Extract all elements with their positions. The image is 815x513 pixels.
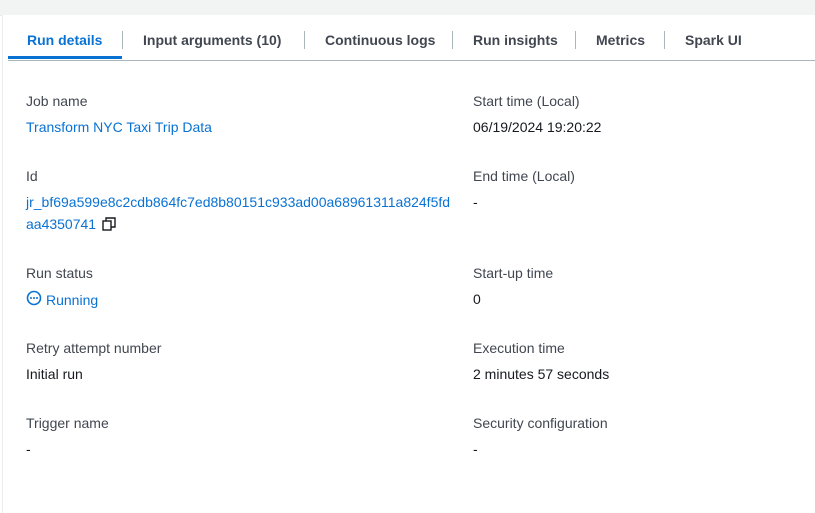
trigger-name-label: Trigger name: [26, 415, 109, 431]
job-name-label: Job name: [26, 93, 88, 109]
tab-divider: [452, 31, 453, 49]
start-time-label: Start time (Local): [473, 93, 580, 109]
execution-time-label: Execution time: [473, 340, 565, 356]
run-details-panel: [2, 15, 815, 513]
tab-continuous-logs[interactable]: Continuous logs: [325, 28, 435, 57]
trigger-name-value: -: [26, 441, 31, 457]
tab-divider: [575, 31, 576, 49]
top-strip: [0, 0, 815, 16]
startup-time-label: Start-up time: [473, 265, 554, 281]
end-time-label: End time (Local): [473, 168, 575, 184]
execution-time-value: 2 minutes 57 seconds: [473, 366, 610, 382]
security-config-value: -: [473, 441, 478, 457]
tab-run-insights[interactable]: Run insights: [473, 28, 558, 57]
run-status-label: Run status: [26, 265, 93, 281]
start-time-value: 06/19/2024 19:20:22: [473, 119, 602, 135]
run-status-text: Running: [46, 291, 99, 308]
tab-run-details[interactable]: Run details: [27, 28, 102, 57]
tab-bar: Run details Input arguments (10) Continu…: [8, 28, 815, 61]
security-config-label: Security configuration: [473, 415, 608, 431]
job-name-link[interactable]: Transform NYC Taxi Trip Data: [26, 119, 212, 135]
tab-divider: [304, 31, 305, 49]
tab-spark-ui[interactable]: Spark UI: [685, 28, 742, 57]
active-tab-indicator: [8, 56, 122, 59]
tab-metrics[interactable]: Metrics: [596, 28, 645, 57]
tab-divider: [664, 31, 665, 49]
tab-input-arguments[interactable]: Input arguments (10): [143, 28, 281, 57]
run-id-link[interactable]: jr_bf69a599e8c2cdb864fc7ed8b80151c933ad0…: [26, 194, 450, 210]
running-status-icon: [26, 290, 46, 309]
run-id-link-continued[interactable]: aa4350741: [26, 216, 96, 232]
id-label: Id: [26, 168, 38, 184]
copy-icon[interactable]: [102, 217, 116, 234]
run-id-line2-wrap: aa4350741: [26, 216, 116, 234]
tab-divider: [122, 31, 123, 49]
startup-time-value: 0: [473, 291, 481, 307]
retry-attempt-label: Retry attempt number: [26, 340, 162, 356]
run-status-value: Running: [26, 290, 98, 309]
retry-attempt-value: Initial run: [26, 366, 83, 382]
end-time-value: -: [473, 194, 478, 210]
